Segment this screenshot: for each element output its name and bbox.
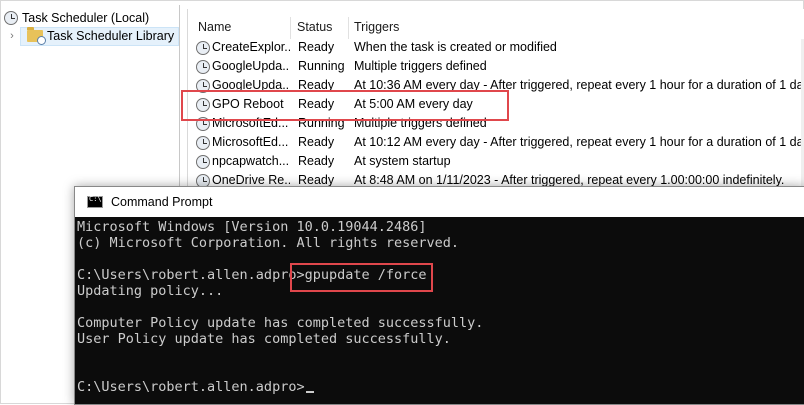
column-header-triggers[interactable]: Triggers bbox=[354, 17, 399, 37]
task-triggers: When the task is created or modified bbox=[354, 40, 557, 54]
task-status: Running bbox=[298, 59, 345, 73]
task-triggers: At system startup bbox=[354, 154, 451, 168]
task-row[interactable]: npcapwatch... Ready At system startup bbox=[188, 153, 804, 172]
task-name: GoogleUpda... bbox=[212, 59, 290, 73]
console-line: Computer Policy update has completed suc… bbox=[77, 315, 484, 331]
chevron-right-icon[interactable]: › bbox=[7, 30, 17, 42]
console-line: User Policy update has completed success… bbox=[77, 331, 451, 347]
tree-item-task-scheduler-library[interactable]: › Task Scheduler Library bbox=[7, 26, 180, 46]
task-clock-icon bbox=[196, 60, 210, 74]
folder-clock-icon bbox=[27, 27, 46, 45]
task-triggers: At 8:48 AM on 1/11/2023 - After triggere… bbox=[354, 173, 785, 187]
console-output[interactable]: Microsoft Windows [Version 10.0.19044.24… bbox=[75, 217, 804, 404]
text-cursor bbox=[305, 391, 314, 393]
task-row[interactable]: MicrosoftEd... Ready At 10:12 AM every d… bbox=[188, 134, 804, 153]
task-status: Ready bbox=[298, 40, 335, 54]
command-prompt-icon bbox=[87, 195, 103, 208]
task-name: CreateExplor... bbox=[212, 40, 290, 54]
task-triggers: Multiple triggers defined bbox=[354, 59, 487, 73]
task-status: Ready bbox=[298, 135, 335, 149]
command-prompt-window[interactable]: Command Prompt Microsoft Windows [Versio… bbox=[74, 186, 804, 405]
column-header-name[interactable]: Name bbox=[198, 17, 231, 37]
selected-tree-node[interactable]: Task Scheduler Library bbox=[20, 26, 180, 46]
tree-item-task-scheduler-local[interactable]: Task Scheduler (Local) bbox=[4, 9, 149, 27]
console-line: (c) Microsoft Corporation. All rights re… bbox=[77, 235, 460, 251]
task-name: MicrosoftEd... bbox=[212, 135, 289, 149]
prompt-line[interactable]: C:\Users\robert.allen.adpro> bbox=[77, 379, 314, 395]
task-name: OneDrive Re... bbox=[212, 173, 290, 187]
console-line: Microsoft Windows [Version 10.0.19044.24… bbox=[77, 219, 427, 235]
task-triggers: At 10:12 AM every day - After triggered,… bbox=[354, 135, 802, 149]
task-status: Ready bbox=[298, 154, 335, 168]
prompt-text: C:\Users\robert.allen.adpro> bbox=[77, 379, 305, 395]
command-prompt-titlebar[interactable]: Command Prompt bbox=[75, 187, 804, 217]
task-status: Ready bbox=[298, 173, 335, 187]
column-divider[interactable] bbox=[290, 17, 291, 39]
task-row[interactable]: CreateExplor... Ready When the task is c… bbox=[188, 39, 804, 58]
column-divider[interactable] bbox=[348, 17, 349, 39]
task-name: npcapwatch... bbox=[212, 154, 290, 168]
task-clock-icon bbox=[196, 136, 210, 150]
console-line: Updating policy... bbox=[77, 283, 224, 299]
window-title: Command Prompt bbox=[111, 195, 213, 209]
task-row[interactable]: GoogleUpda... Running Multiple triggers … bbox=[188, 58, 804, 77]
tree-item-label: Task Scheduler Library bbox=[47, 29, 175, 43]
tree-item-label: Task Scheduler (Local) bbox=[22, 11, 150, 25]
task-clock-icon bbox=[196, 155, 210, 169]
gpupdate-command-highlight bbox=[290, 263, 433, 292]
gpo-reboot-highlight bbox=[181, 90, 509, 121]
column-header-status[interactable]: Status bbox=[297, 17, 332, 37]
clock-icon bbox=[4, 11, 18, 25]
task-clock-icon bbox=[196, 41, 210, 55]
